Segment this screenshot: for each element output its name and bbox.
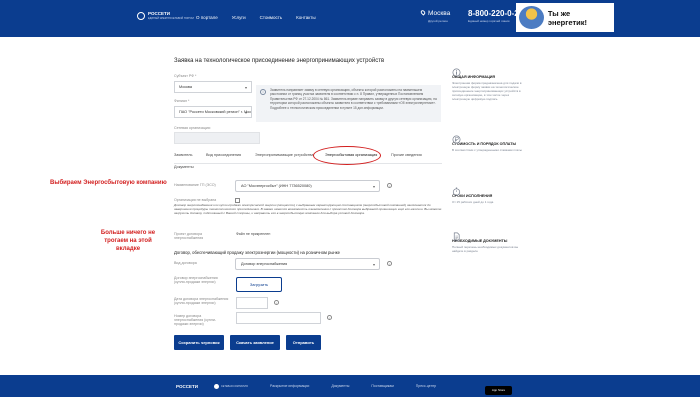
supplier-value: АО "Мосэнергосбыт" (ИНН 7736520080): [241, 184, 312, 188]
page-title: Заявка на технологическое присоединение …: [174, 58, 385, 64]
annotation-do-not-touch: Больше ничего не трогаем на этой вкладке: [100, 230, 156, 252]
subject-select[interactable]: Москва ▾: [174, 81, 252, 93]
contract-type-select[interactable]: Договор энергоснабжения ▾: [235, 258, 380, 270]
promo-banner[interactable]: Ты же энергетик!: [516, 3, 614, 32]
contract-description: Договор энергоснабжения или купли-продаж…: [174, 203, 442, 215]
location-pin-icon: [419, 9, 427, 16]
contract-label: Организация не выбрана: [174, 198, 217, 202]
save-draft-button[interactable]: Сохранить черновик: [174, 335, 224, 350]
annotation-oval: [313, 146, 381, 165]
sidebar-documents: НЕОБХОДИМЫЕ ДОКУМЕНТЫ Полный перечень не…: [452, 228, 522, 253]
footer-link[interactable]: Пресс-центр: [416, 384, 436, 388]
sidebar-cost: СТОИМОСТЬ И ПОРЯДОК ОПЛАТЫ В соответстви…: [452, 131, 522, 152]
contract-date-label: Дата договора энергоснабжения (купли-про…: [174, 297, 229, 305]
sidebar-title: ОБЩАЯ ИНФОРМАЦИЯ: [452, 75, 496, 79]
note-text: Заявитель направляет заявку в сетевую ор…: [270, 88, 437, 110]
partner-logo[interactable]: СЕТЕВАЯ КОМПАНИЯ: [214, 383, 249, 389]
document-icon: [452, 228, 461, 241]
ruble-icon: [452, 131, 461, 144]
help-icon[interactable]: i: [274, 300, 279, 305]
chevron-down-icon: ▾: [244, 110, 247, 115]
footer-link[interactable]: Документы: [331, 384, 349, 388]
logo-subtitle: ЕДИНЫЙ ЭЛЕКТРОСЕТЕВОЙ ПОРТАЛ: [148, 17, 195, 20]
footer-link[interactable]: Раскрытие информации: [270, 384, 309, 388]
footer-logo[interactable]: РОССЕТИ: [176, 384, 198, 389]
footer-link[interactable]: Поставщикам: [371, 384, 393, 388]
contract-type-label: Вид договора: [174, 261, 197, 265]
network-org-field: [174, 132, 260, 144]
chevron-down-icon: ▾: [244, 85, 247, 90]
draft-contract-label: Проект договора энергоснабжения: [174, 232, 204, 240]
tab-other-info[interactable]: Прочие сведения: [391, 153, 422, 157]
sidebar-title: СТОИМОСТЬ И ПОРЯДОК ОПЛАТЫ: [452, 142, 517, 146]
form-tabs: Заявитель Вид присоединения Энергоприним…: [174, 153, 442, 164]
sidebar-description: Электронная форма предназначена для пода…: [452, 81, 522, 101]
tab-documents[interactable]: Документы: [174, 165, 194, 169]
city-name: Москва: [428, 10, 451, 17]
nav-item-contacts[interactable]: Контакты: [296, 15, 315, 20]
tab-devices[interactable]: Энергопринимающие устройства: [255, 153, 314, 157]
nav-item-services[interactable]: Услуги: [232, 15, 246, 20]
chevron-down-icon: ▾: [372, 262, 375, 267]
info-icon: i: [260, 89, 266, 95]
filial-select[interactable]: ПАО "Россети Московский регион" г. Мос ▾: [174, 106, 252, 118]
sidebar-title: СРОКИ ИСПОЛНЕНИЯ: [452, 194, 493, 198]
main-nav: О портале Услуги Стоимость Контакты: [196, 15, 316, 20]
city-selector[interactable]: Москва: [419, 9, 451, 17]
banner-text: Ты же энергетик!: [547, 8, 587, 27]
site-footer: РОССЕТИ СЕТЕВАЯ КОМПАНИЯ Раскрытие инфор…: [0, 375, 700, 397]
sidebar-description: Полный перечень необходимых документов в…: [452, 245, 519, 253]
app-store-badge[interactable]: App Store: [485, 386, 512, 395]
nav-item-cost[interactable]: Стоимость: [260, 15, 283, 20]
signed-contract-label: Договор энергоснабжения (купли-продажи э…: [174, 276, 218, 284]
help-icon[interactable]: i: [387, 261, 392, 266]
tab-connection-type[interactable]: Вид присоединения: [206, 153, 241, 157]
nav-item-about[interactable]: О портале: [196, 15, 218, 20]
draft-contract-value: Файл не прикреплен: [236, 232, 271, 236]
section-title: Договор, обеспечивающий продажу электроэ…: [174, 250, 340, 255]
banner-image: [519, 6, 544, 29]
sidebar-general-info: ОБЩАЯ ИНФОРМАЦИЯ Электронная форма предн…: [452, 64, 522, 101]
upload-button[interactable]: Загрузить: [236, 277, 282, 292]
contract-number-input[interactable]: [236, 312, 321, 324]
other-region-link[interactable]: Другой регион: [428, 19, 448, 23]
submit-button[interactable]: Отправить: [286, 335, 321, 350]
supplier-select[interactable]: АО "Мосэнергосбыт" (ИНН 7736520080) ▾: [235, 180, 380, 192]
filial-label: Филиал *: [174, 99, 190, 103]
sidebar-description: В соответствии с утвержденными ставками …: [452, 148, 522, 152]
tab-applicant[interactable]: Заявитель: [174, 153, 192, 157]
partner-logo-text: СЕТЕВАЯ КОМПАНИЯ: [221, 384, 248, 388]
help-icon[interactable]: i: [327, 315, 332, 320]
download-application-button[interactable]: Скачать заявление: [230, 335, 280, 350]
footer-links: Раскрытие информации Документы Поставщик…: [270, 384, 436, 388]
supplier-label: Наименование ГП (ЭСО): [174, 183, 216, 187]
contract-number-label: Номер договора энергоснабжения (купли-пр…: [174, 314, 217, 326]
logo-icon: [137, 12, 145, 20]
rosseti-logo[interactable]: РОССЕТИ ЕДИНЫЙ ЭЛЕКТРОСЕТЕВОЙ ПОРТАЛ: [137, 11, 194, 21]
subject-label: Субъект РФ *: [174, 74, 197, 78]
chevron-down-icon: ▾: [372, 184, 375, 189]
stopwatch-icon: [452, 183, 461, 196]
info-note: i Заявитель направляет заявку в сетевую …: [256, 85, 441, 122]
annotation-choose-supplier: Выбираем Энергосбытовую компанию: [50, 180, 167, 186]
sidebar-deadlines: СРОКИ ИСПОЛНЕНИЯ От 15 рабочих дней до 1…: [452, 183, 522, 204]
info-icon: [452, 64, 461, 77]
contract-type-value: Договор энергоснабжения: [241, 262, 288, 266]
filial-value: ПАО "Россети Московский регион" г. Мос: [179, 110, 252, 114]
sidebar-description: От 15 рабочих дней до 1 года: [452, 200, 494, 204]
sidebar-title: НЕОБХОДИМЫЕ ДОКУМЕНТЫ: [452, 239, 508, 243]
partner-logo-icon: [214, 383, 219, 389]
help-icon[interactable]: i: [387, 183, 392, 188]
network-org-label: Сетевая организация:: [174, 126, 211, 130]
contract-date-input[interactable]: [236, 297, 268, 309]
subject-value: Москва: [179, 85, 192, 89]
hotline-caption: Единый номер горячей линии: [468, 19, 510, 23]
site-header: РОССЕТИ ЕДИНЫЙ ЭЛЕКТРОСЕТЕВОЙ ПОРТАЛ О п…: [0, 0, 700, 37]
